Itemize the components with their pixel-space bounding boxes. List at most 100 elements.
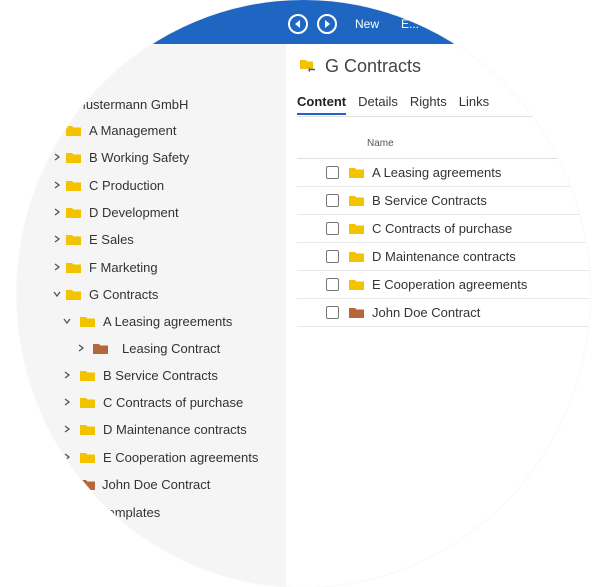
row-label: A Leasing agreements [372,165,502,180]
tree-item-c-contracts-of-purchase[interactable]: C Contracts of purchase [62,392,243,412]
row-checkbox[interactable] [326,166,339,179]
list-item[interactable]: C Contracts of purchase [297,215,590,243]
chevron-right-icon[interactable] [62,424,72,434]
tree-item-a-leasing-agreements[interactable]: A Leasing agreements [62,311,232,331]
tree-item-label: G Contracts [89,286,159,302]
list-item[interactable]: A Leasing agreements [297,159,590,187]
chevron-right-icon[interactable] [52,180,62,190]
list-item[interactable]: John Doe Contract [297,299,590,327]
back-arrow-icon [295,20,300,28]
chevron-right-icon[interactable] [52,234,62,244]
folder-icon [66,234,81,245]
brown-folder-icon [80,479,95,490]
toolbar-button-partial[interactable]: E... [401,17,419,31]
tree-item-label: Templates [101,504,161,520]
brown-folder-icon [93,343,108,354]
tree-root-label: Mustermann GmbH [75,96,189,112]
tree-item-a-management[interactable]: A Management [52,120,176,140]
row-label: C Contracts of purchase [372,221,513,236]
row-label: John Doe Contract [372,305,481,320]
folder-icon [66,152,81,163]
tree-item-label: C Contracts of purchase [103,394,244,410]
chevron-right-icon[interactable] [52,262,62,272]
tree-item-g-contracts[interactable]: G Contracts [52,284,158,304]
folder-icon [66,262,81,273]
tree-item-e-sales[interactable]: E Sales [52,229,134,249]
tree-item-label: E Sales [89,231,134,247]
chevron-right-icon[interactable] [62,370,72,380]
chevron-right-icon[interactable] [52,152,62,162]
row-label: E Cooperation agreements [372,277,528,292]
chevron-right-icon[interactable] [62,397,72,407]
tree-item-label: F Marketing [89,259,158,275]
folder-icon [349,195,364,206]
row-checkbox[interactable] [326,194,339,207]
tree-item-e-cooperation-agreements[interactable]: E Cooperation agreements [62,447,258,467]
folder-icon [80,507,95,518]
tab-content[interactable]: Content [297,94,347,115]
forward-button[interactable] [317,14,337,34]
new-button[interactable]: New [355,17,379,31]
list-item[interactable]: B Service Contracts [297,187,590,215]
tree-item-c-production[interactable]: C Production [52,175,164,195]
tree-item-john-doe-contract[interactable]: John Doe Contract [80,474,210,494]
top-toolbar: New E... [17,0,590,44]
folder-icon [349,223,364,234]
tree-item-label: B Service Contracts [103,367,218,383]
chevron-down-icon[interactable] [52,289,62,299]
tree-root[interactable]: Mustermann GmbH [52,94,188,114]
tree-item-label: John Doe Contract [102,476,211,492]
tree-item-leasing-contract[interactable]: Leasing Contract [76,338,220,358]
tab-divider [297,116,590,117]
tab-bar: Content Details Rights Links [297,94,501,115]
back-button[interactable] [288,14,308,34]
folder-icon [66,289,81,300]
tree-item-label: C Production [89,177,165,193]
chevron-down-icon[interactable] [62,316,72,326]
folder-icon [80,424,95,435]
tree-item-b-working-safety[interactable]: B Working Safety [52,147,189,167]
row-label: D Maintenance contracts [372,249,516,264]
row-checkbox[interactable] [326,306,339,319]
folder-icon [349,167,364,178]
row-label: B Service Contracts [372,193,487,208]
row-checkbox[interactable] [326,278,339,291]
folder-icon [66,207,81,218]
tab-links[interactable]: Links [459,94,489,115]
chevron-right-icon[interactable] [62,452,72,462]
tree-item-f-marketing[interactable]: F Marketing [52,257,158,277]
tree-item-label: B Working Safety [89,149,190,165]
folder-icon [80,452,95,463]
shared-folder-icon [300,59,316,73]
tab-details[interactable]: Details [358,94,398,115]
tree-item-label: A Leasing agreements [103,313,233,329]
tree-item-label: D Development [89,204,179,220]
folder-icon [80,370,95,381]
folder-icon [66,125,81,136]
chevron-right-icon[interactable] [52,125,62,135]
row-checkbox[interactable] [326,222,339,235]
tree-item-b-service-contracts[interactable]: B Service Contracts [62,365,218,385]
column-header-name[interactable]: Name [367,138,394,149]
folder-icon [349,279,364,290]
tree-item-label: Leasing Contract [122,340,221,356]
tab-rights[interactable]: Rights [410,94,447,115]
tree-item-templates[interactable]: Templates [80,502,160,522]
tree-item-d-development[interactable]: D Development [52,202,179,222]
tree-item-label: D Maintenance contracts [103,421,247,437]
page-title: G Contracts [325,56,422,76]
folder-icon [349,251,364,262]
tree-item-d-maintenance-contracts[interactable]: D Maintenance contracts [62,419,247,439]
chevron-right-icon[interactable] [76,343,86,353]
folder-icon [80,316,95,327]
forward-arrow-icon [325,20,330,28]
circular-viewport: New E... Mustermann GmbH A Management B … [17,0,590,587]
tree-item-label: A Management [89,122,177,138]
folder-icon [80,397,95,408]
list-item[interactable]: D Maintenance contracts [297,243,590,271]
brown-folder-icon [349,307,364,318]
folder-icon [66,180,81,191]
row-checkbox[interactable] [326,250,339,263]
chevron-right-icon[interactable] [52,207,62,217]
list-item[interactable]: E Cooperation agreements [297,271,590,299]
